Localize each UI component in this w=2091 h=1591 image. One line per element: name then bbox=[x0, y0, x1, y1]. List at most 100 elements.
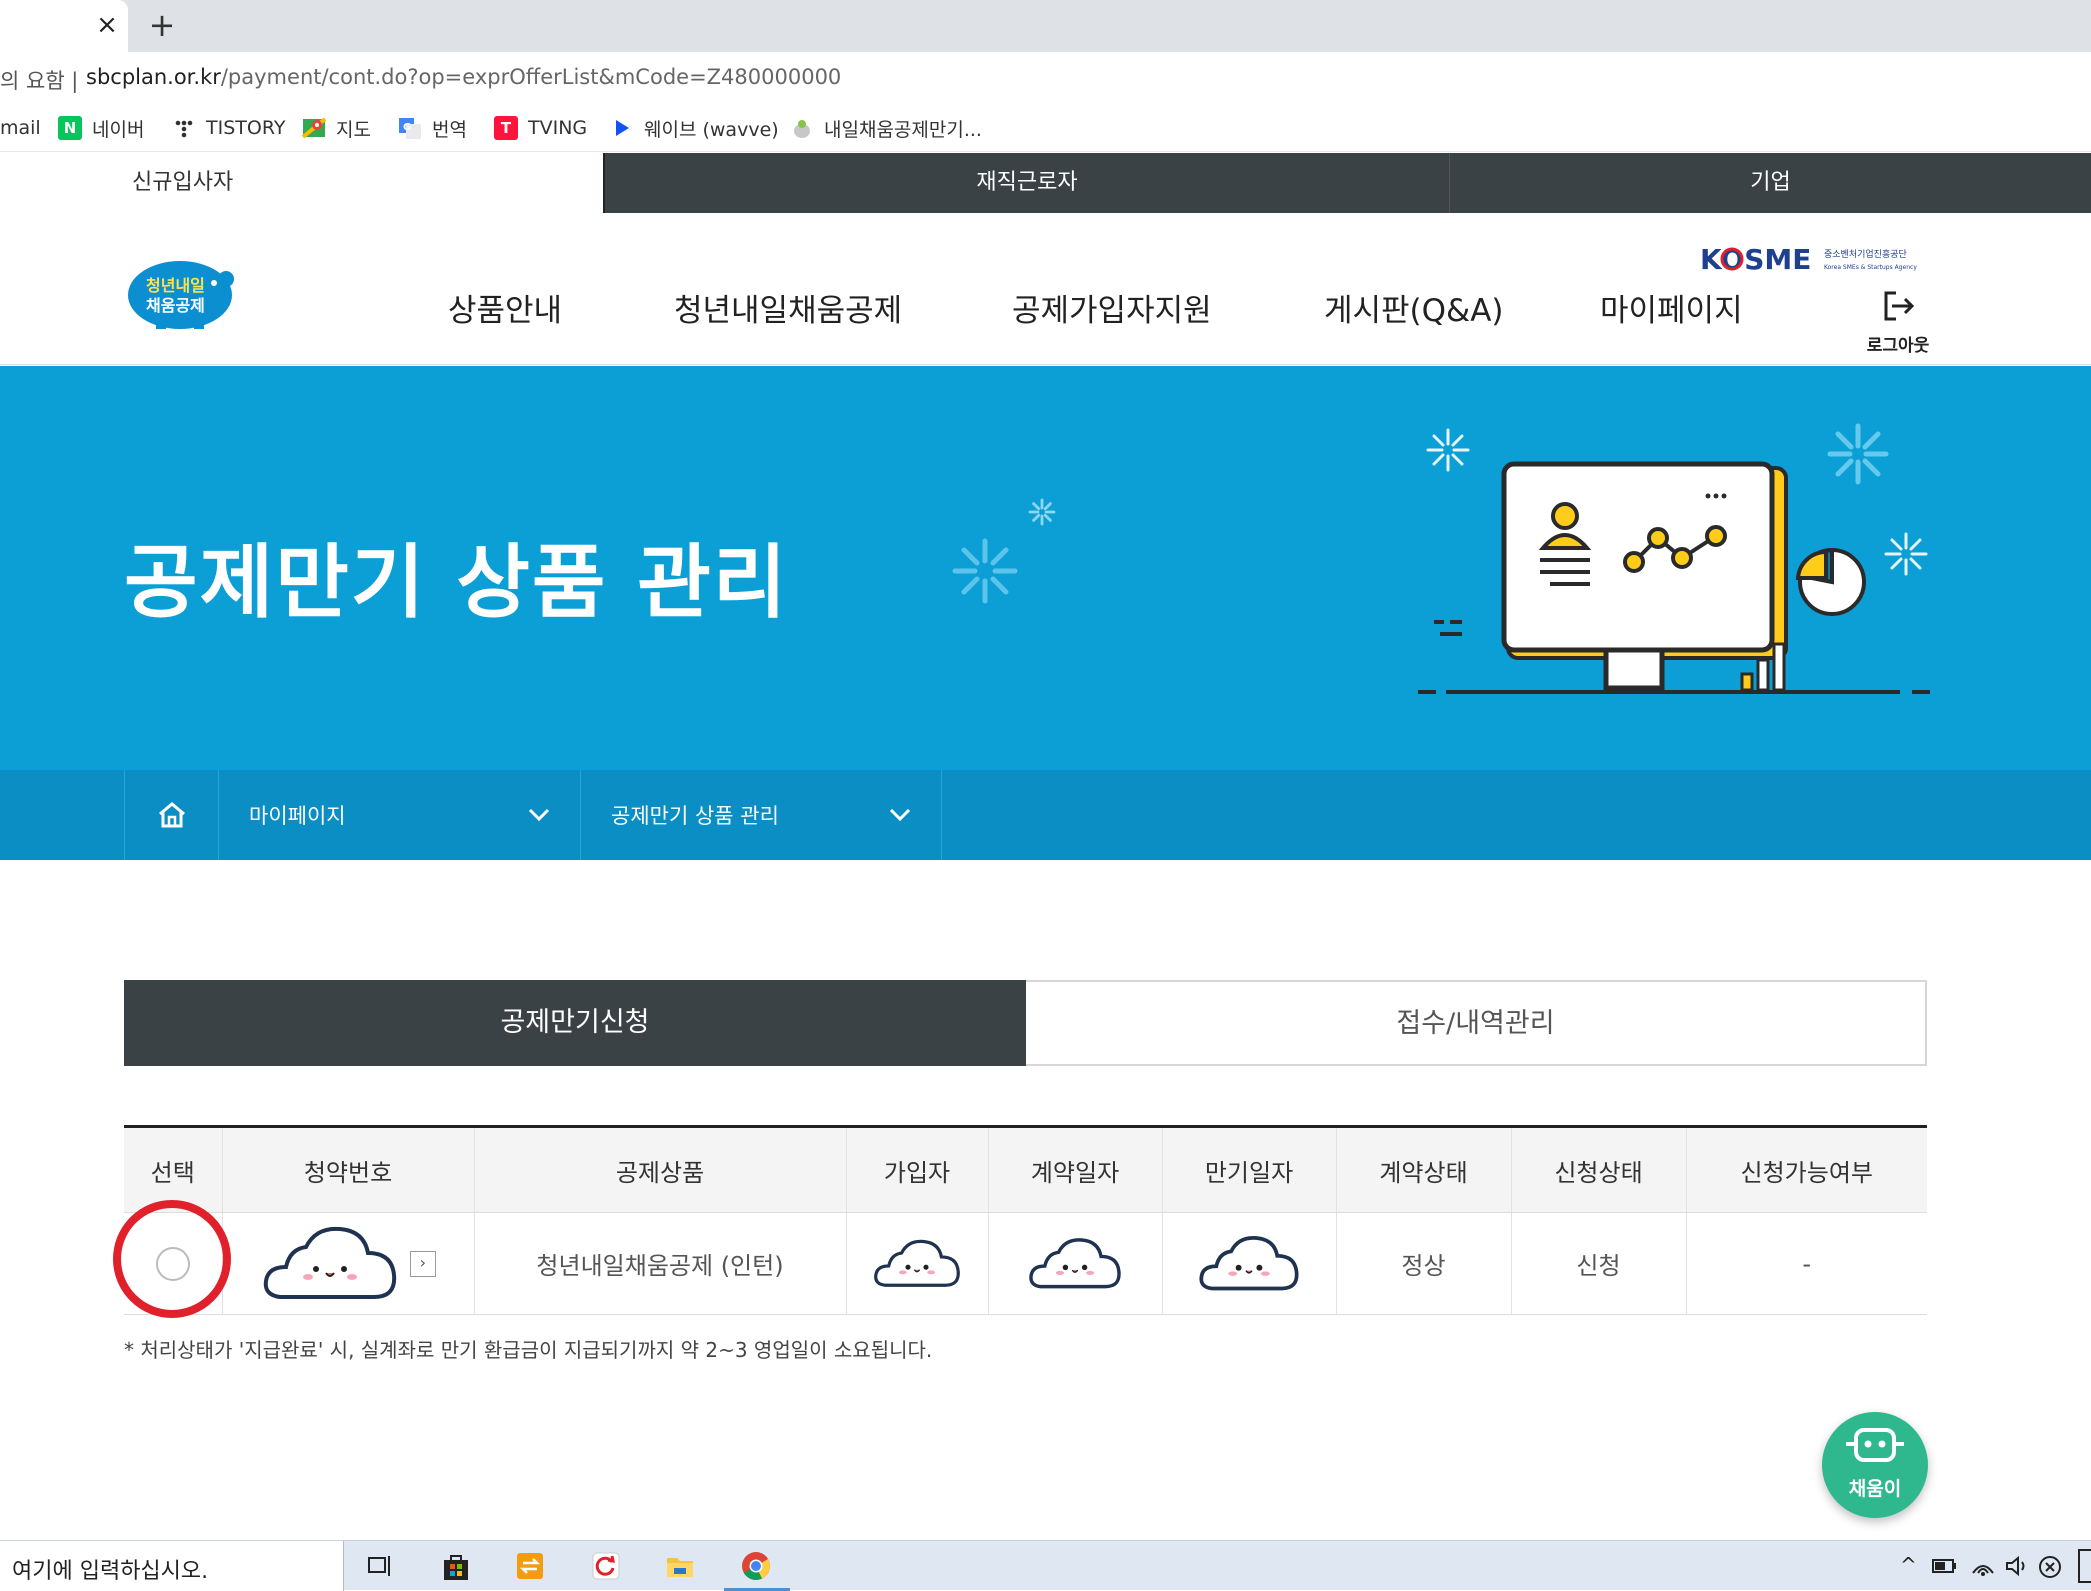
highlight-circle-annotation bbox=[113, 1200, 231, 1318]
bookmark-maps[interactable]: 지도 bbox=[302, 114, 371, 142]
bookmark-label: mail bbox=[0, 117, 41, 139]
kosme-logo[interactable]: KOSME 중소벤처기업진흥공단 Korea SMEs & Startups A… bbox=[1700, 241, 1926, 277]
bookmark-tistory[interactable]: TISTORY bbox=[172, 114, 285, 142]
breadcrumb: 마이페이지 공제만기 상품 관리 bbox=[0, 770, 2091, 860]
bookmark-mail[interactable]: mail bbox=[0, 114, 41, 142]
cell-product: 청년내일채움공제 (인턴) bbox=[473, 1212, 846, 1315]
bookmark-label: TVING bbox=[528, 117, 588, 139]
tab-company[interactable]: 기업 bbox=[1449, 153, 2091, 213]
breadcrumb-level1-dropdown[interactable]: 마이페이지 bbox=[218, 770, 580, 860]
hero-banner: 공제만기 상품 관리 bbox=[0, 366, 2091, 770]
refresh-app-icon[interactable] bbox=[590, 1550, 622, 1582]
taskbar-search[interactable]: 여기에 입력하십시오. bbox=[0, 1541, 344, 1591]
tray-chevron-icon[interactable]: ^ bbox=[1900, 1553, 1917, 1577]
url-host: sbcplan.or.kr bbox=[86, 65, 221, 89]
breadcrumb-level1-label: 마이페이지 bbox=[249, 804, 346, 828]
gnb-board[interactable]: 게시판(Q&A) bbox=[1324, 285, 1504, 330]
breadcrumb-level2-label: 공제만기 상품 관리 bbox=[611, 804, 779, 828]
audience-tabs: 신규입사자 재직근로자 기업 bbox=[0, 153, 2091, 213]
translate-icon: G bbox=[399, 118, 421, 139]
robot-icon bbox=[1846, 1428, 1904, 1462]
chevron-down-icon bbox=[889, 808, 911, 822]
cell-subscription-no: › bbox=[221, 1212, 474, 1315]
table-row: › 청년내일채움공제 (인턴) 정상 신청 - bbox=[124, 1212, 1927, 1315]
cloud-sticker-icon bbox=[1029, 1237, 1121, 1288]
gnb-mypage[interactable]: 마이페이지 bbox=[1600, 285, 1743, 330]
cloud-sticker-icon bbox=[263, 1226, 397, 1299]
svg-text:G: G bbox=[403, 122, 411, 133]
file-explorer-icon[interactable] bbox=[664, 1550, 696, 1582]
cell-contract-status: 정상 bbox=[1335, 1212, 1511, 1315]
bookmark-naver[interactable]: N 네이버 bbox=[58, 114, 144, 142]
bookmark-label: 지도 bbox=[336, 118, 371, 141]
chevron-down-icon bbox=[528, 808, 550, 822]
bookmark-translate[interactable]: G 번역 bbox=[398, 114, 467, 142]
tistory-icon bbox=[175, 120, 193, 138]
tving-icon: T bbox=[494, 116, 518, 140]
new-tab-button[interactable]: + bbox=[145, 6, 179, 44]
address-bar[interactable]: 의 요함 | sbcplan.or.kr/payment/cont.do?op=… bbox=[0, 52, 2091, 104]
site-logo[interactable]: 청년내일 채움공제 bbox=[122, 253, 244, 331]
pig-icon bbox=[794, 120, 810, 138]
sync-app-icon[interactable] bbox=[514, 1550, 546, 1582]
bookmark-pig[interactable]: 내일채움공제만기... bbox=[790, 114, 982, 142]
store-icon[interactable] bbox=[440, 1550, 472, 1582]
cell-contract-date bbox=[987, 1212, 1162, 1315]
kosme-subtitle-en: Korea SMEs & Startups Agency bbox=[1824, 264, 1917, 271]
tab-close-icon[interactable]: × bbox=[92, 8, 122, 42]
cell-apply-status: 신청 bbox=[1510, 1212, 1686, 1315]
content-tabs: 공제만기신청 접수/내역관리 bbox=[124, 980, 1927, 1066]
col-subscriber: 가입자 bbox=[845, 1126, 988, 1213]
battery-icon[interactable] bbox=[1932, 1555, 1958, 1577]
tab-employee[interactable]: 재직근로자 bbox=[603, 153, 1449, 213]
chrome-active-indicator bbox=[724, 1541, 790, 1591]
ime-icon[interactable] bbox=[2038, 1555, 2062, 1579]
chatbot-label: 채움이 bbox=[1848, 1478, 1902, 1500]
home-icon bbox=[158, 802, 185, 828]
bookmark-label: 웨이브 (wavve) bbox=[644, 118, 779, 141]
cell-subscriber bbox=[845, 1212, 988, 1315]
chatbot-button[interactable]: 채움이 bbox=[1822, 1412, 1928, 1518]
gnb-youth-fund[interactable]: 청년내일채움공제 bbox=[674, 285, 902, 330]
cloud-sticker-icon bbox=[874, 1239, 960, 1287]
bookmark-label: 네이버 bbox=[92, 118, 145, 141]
cell-maturity-date bbox=[1161, 1212, 1336, 1315]
tab-receipt-history[interactable]: 접수/내역관리 bbox=[1026, 980, 1927, 1066]
logout-button[interactable]: 로그아웃 bbox=[1860, 289, 1936, 356]
page-title: 공제만기 상품 관리 bbox=[124, 536, 789, 629]
cell-eligibility: - bbox=[1685, 1212, 1927, 1315]
bookmark-label: TISTORY bbox=[206, 117, 286, 139]
logout-label: 로그아웃 bbox=[1866, 336, 1930, 356]
address-prefix: 의 요함 | bbox=[0, 69, 79, 93]
url-text[interactable]: sbcplan.or.kr/payment/cont.do?op=exprOff… bbox=[86, 65, 841, 89]
bookmarks-bar: mail N 네이버 TISTORY 지도 G 번역 T TVING 웨이브 (… bbox=[0, 104, 2091, 152]
detail-arrow-icon[interactable]: › bbox=[409, 1250, 436, 1277]
col-maturity-date: 만기일자 bbox=[1161, 1126, 1336, 1213]
windows-taskbar: 여기에 입력하십시오. ^ bbox=[0, 1540, 2091, 1591]
kosme-subtitle: 중소벤처기업진흥공단 bbox=[1824, 248, 1907, 260]
bookmark-label: 내일채움공제만기... bbox=[824, 118, 982, 141]
bookmark-wavve[interactable]: 웨이브 (wavve) bbox=[610, 114, 779, 142]
kosme-wordmark: KOSME bbox=[1700, 243, 1811, 276]
maturity-table: 선택 청약번호 공제상품 가입자 계약일자 만기일자 계약상태 신청상태 신청가… bbox=[124, 1125, 1927, 1315]
wifi-icon[interactable] bbox=[1970, 1555, 1996, 1577]
bookmark-tving[interactable]: T TVING bbox=[494, 114, 587, 142]
breadcrumb-home[interactable] bbox=[124, 770, 218, 860]
sparkle-icon bbox=[952, 538, 1018, 604]
sparkle-icon bbox=[1028, 498, 1056, 526]
col-apply-status: 신청상태 bbox=[1510, 1126, 1686, 1213]
naver-icon: N bbox=[58, 116, 82, 140]
col-contract-date: 계약일자 bbox=[987, 1126, 1162, 1213]
breadcrumb-level2-dropdown[interactable]: 공제만기 상품 관리 bbox=[580, 770, 942, 860]
notification-icon[interactable] bbox=[2078, 1549, 2091, 1583]
browser-tab-strip: × + bbox=[0, 0, 2091, 52]
monitor-illustration bbox=[1418, 423, 1930, 694]
col-product: 공제상품 bbox=[473, 1126, 846, 1213]
col-contract-status: 계약상태 bbox=[1335, 1126, 1511, 1213]
tab-new-employee[interactable]: 신규입사자 bbox=[0, 153, 603, 213]
task-view-icon[interactable] bbox=[364, 1550, 396, 1582]
gnb-member-support[interactable]: 공제가입자지원 bbox=[1012, 285, 1212, 330]
tab-maturity-apply[interactable]: 공제만기신청 bbox=[124, 980, 1026, 1066]
gnb-product-info[interactable]: 상품안내 bbox=[448, 285, 562, 330]
volume-icon[interactable] bbox=[2004, 1555, 2030, 1577]
